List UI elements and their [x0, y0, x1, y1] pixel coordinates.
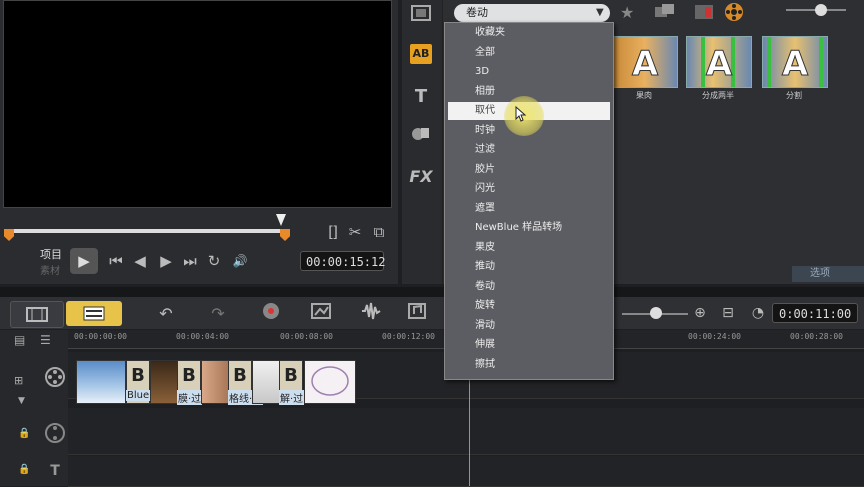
video-track-icon[interactable] [44, 366, 66, 388]
mouse-cursor-icon [515, 106, 527, 122]
dropdown-item[interactable]: 全部 [448, 44, 610, 62]
dropdown-item[interactable]: 推动 [448, 258, 610, 276]
lock-icon[interactable]: 🔒 [18, 464, 30, 475]
panel-divider[interactable] [0, 287, 864, 297]
dropdown-item[interactable]: 3D [448, 63, 610, 81]
transition-thumbnail[interactable]: A [762, 36, 828, 88]
thumbnail-label: 分割 [786, 91, 802, 100]
go-to-start-icon[interactable]: ⏮ [107, 252, 125, 270]
enlarge-preview-icon[interactable]: ⧉ [370, 223, 388, 241]
transition-thumbnail[interactable]: A [612, 36, 678, 88]
transition-icon[interactable]: AB [410, 44, 432, 64]
go-to-end-icon[interactable]: ⏭ [181, 252, 199, 270]
dropdown-item[interactable]: 旋转 [448, 297, 610, 315]
svg-text:A: A [782, 44, 809, 84]
fit-project-icon[interactable]: ⊟ [718, 300, 738, 327]
previous-frame-icon[interactable]: ◀ [131, 252, 149, 270]
media-icon[interactable] [408, 4, 434, 26]
title-icon[interactable]: T [408, 86, 434, 108]
ruler-tick-label: 00:00:04:00 [176, 332, 229, 341]
transition-settings-icon[interactable] [694, 3, 716, 23]
thumbnail-label: 分成两半 [702, 91, 734, 100]
redo-icon[interactable]: ↷ [208, 300, 228, 327]
record-capture-icon[interactable] [260, 300, 282, 327]
video-clip[interactable] [201, 360, 229, 404]
dropdown-item[interactable]: 胶片 [448, 161, 610, 179]
dropdown-item[interactable]: 擦拭 [448, 356, 610, 374]
clip-mode-label[interactable]: 素材 [40, 262, 60, 277]
timecode-display[interactable]: 00:00:15:12 [300, 251, 385, 271]
dropdown-item[interactable]: 收藏夹 [448, 24, 610, 42]
lock-icon[interactable]: 🔒 [18, 428, 30, 439]
repeat-icon[interactable]: ↻ [205, 252, 223, 270]
split-clip-icon[interactable]: ✂ [346, 223, 364, 241]
apply-transition-icon[interactable] [654, 3, 676, 23]
transition-thumbnail[interactable]: A [686, 36, 752, 88]
fx-icon[interactable]: FX [408, 166, 434, 188]
graphics-icon[interactable] [408, 124, 434, 146]
overlay-track-icon[interactable] [44, 422, 66, 444]
transition-label: Blue [126, 390, 151, 401]
dropdown-item[interactable]: NewBlue 样品转场 [448, 219, 610, 237]
list-view-icon[interactable]: ☰ [40, 333, 62, 347]
dropdown-item[interactable]: 遮罩 [448, 200, 610, 218]
video-clip[interactable] [76, 360, 126, 404]
scrub-bar[interactable] [8, 229, 286, 233]
ruler-tick-label: 00:00:24:00 [688, 332, 741, 341]
zoom-in-icon[interactable]: ⊕ [690, 300, 710, 327]
options-tab[interactable]: 选项 [792, 266, 864, 282]
timeline-view-button[interactable] [66, 301, 122, 326]
transition-label: 膜·过 [177, 390, 203, 405]
video-clip[interactable] [252, 360, 280, 404]
dropdown-item[interactable]: 果皮 [448, 239, 610, 257]
project-mode-label[interactable]: 项目 [40, 246, 62, 262]
chevron-down-icon[interactable]: ▼ [596, 4, 604, 22]
clock-icon: ◔ [751, 305, 765, 321]
audio-wave-icon[interactable] [360, 300, 382, 327]
video-preview-screen[interactable] [3, 0, 392, 208]
dropdown-item[interactable]: 闪光 [448, 180, 610, 198]
toggle-track-icon[interactable]: ⊞ [14, 374, 23, 387]
zoom-slider-knob[interactable] [650, 307, 662, 319]
ruler-tick-label: 00:00:00:00 [74, 332, 127, 341]
mark-out-button[interactable]: ] [326, 223, 344, 241]
dropdown-item[interactable]: 滑动 [448, 317, 610, 335]
next-frame-icon[interactable]: ▶ [157, 252, 175, 270]
overlay-track[interactable] [68, 408, 864, 455]
film-reel-icon[interactable] [724, 2, 744, 22]
svg-text:A: A [632, 44, 659, 84]
auto-music-icon[interactable] [406, 300, 430, 327]
play-button[interactable]: ▶ [70, 248, 98, 274]
slider-knob[interactable] [815, 4, 827, 16]
ruler-tick-label: 00:00:12:00 [382, 332, 435, 341]
dropdown-item[interactable]: 伸展 [448, 336, 610, 354]
title-track-icon[interactable]: T [44, 460, 66, 482]
storyboard-view-button[interactable] [10, 301, 64, 328]
title-track[interactable] [68, 456, 864, 487]
track-manager-icon[interactable]: ▤ [14, 333, 36, 347]
ruler-tick-label: 00:00:08:00 [280, 332, 333, 341]
image-clip[interactable] [304, 360, 356, 404]
dropdown-item[interactable]: 卷动 [448, 278, 610, 296]
video-clip[interactable] [150, 360, 178, 404]
transition-label: 解·过 [279, 390, 305, 405]
ruler-tick-label: 00:00:28:00 [790, 332, 843, 341]
svg-text:A: A [706, 44, 733, 84]
add-favorite-icon[interactable]: ★ [620, 3, 642, 23]
undo-icon[interactable]: ↶ [156, 300, 176, 327]
category-select[interactable]: 卷动 [454, 4, 610, 22]
volume-icon[interactable]: 🔊 [231, 252, 249, 270]
mixer-icon[interactable] [310, 300, 332, 327]
project-duration[interactable]: 0:00:11:00 [772, 303, 858, 323]
thumbnail-label: 果肉 [636, 91, 652, 100]
dropdown-item[interactable]: 过滤 [448, 141, 610, 159]
collapse-track-icon[interactable]: ▼ [18, 396, 25, 406]
